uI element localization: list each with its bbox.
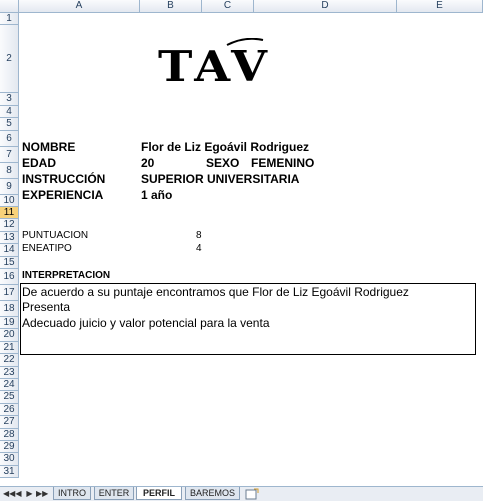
row-header-28[interactable]: 28 — [0, 428, 19, 441]
tab-intro[interactable]: INTRO — [53, 487, 91, 500]
logo-swash-icon — [226, 38, 264, 46]
next-sheet-button[interactable]: ▶ — [25, 488, 34, 500]
tab-perfil[interactable]: PERFIL — [136, 487, 182, 500]
row-header-31[interactable]: 31 — [0, 465, 19, 479]
row-header-16[interactable]: 16 — [0, 269, 19, 285]
row-header-30[interactable]: 30 — [0, 453, 19, 466]
row-header-25[interactable]: 25 — [0, 391, 19, 404]
tab-enter[interactable]: ENTER — [94, 487, 134, 500]
nombre-label: NOMBRE — [22, 140, 76, 154]
interpretation-line-3: Adecuado juicio y valor potencial para l… — [22, 316, 270, 330]
puntuacion-label: PUNTUACION — [22, 230, 89, 241]
row-header-14[interactable]: 14 — [0, 244, 19, 257]
row-header-22[interactable]: 22 — [0, 354, 19, 367]
spreadsheet-grid[interactable]: A B C D E 1 2 3 4 5 6 7 8 9 10 11 12 13 14 15 16 17 18 19 2… — [0, 0, 483, 486]
row-header-1[interactable]: 1 — [0, 13, 19, 26]
row-header-15[interactable]: 15 — [0, 256, 19, 269]
last-sheet-button[interactable]: ▶▶ — [36, 488, 48, 500]
column-header-d[interactable]: D — [254, 0, 397, 12]
interpretation-line-2: Presenta — [22, 300, 71, 314]
instruccion-value: SUPERIOR UNIVERSITARIA — [141, 172, 300, 186]
row-header-12[interactable]: 12 — [0, 219, 19, 232]
row-header-3[interactable]: 3 — [0, 93, 19, 106]
row-header-26[interactable]: 26 — [0, 403, 19, 417]
first-sheet-button[interactable]: ◀◀ — [3, 488, 15, 500]
row-header-9[interactable]: 9 — [0, 178, 19, 195]
edad-value: 20 — [141, 156, 155, 170]
column-header-e[interactable]: E — [397, 0, 483, 12]
row-header-7[interactable]: 7 — [0, 146, 19, 163]
row-header-2[interactable]: 2 — [0, 25, 19, 94]
row-header-27[interactable]: 27 — [0, 416, 19, 429]
row-header-23[interactable]: 23 — [0, 366, 19, 379]
interpretation-line-1: De acuerdo a su puntaje encontramos que … — [22, 285, 409, 299]
tab-baremos[interactable]: BAREMOS — [185, 487, 240, 500]
column-header-b[interactable]: B — [140, 0, 202, 12]
puntuacion-value: 8 — [196, 230, 202, 241]
row-header-8[interactable]: 8 — [0, 162, 19, 179]
row-header-18[interactable]: 18 — [0, 301, 19, 317]
row-header-4[interactable]: 4 — [0, 105, 19, 119]
nombre-value: Flor de Liz Egoávil Rodriguez — [141, 140, 310, 154]
row-header-13[interactable]: 13 — [0, 231, 19, 245]
column-header-bar: A B C D E — [0, 0, 483, 13]
column-header-c[interactable]: C — [202, 0, 254, 12]
edad-label: EDAD — [22, 156, 57, 170]
sheet-tab-bar: ◀◀ ◀ ▶ ▶▶ INTRO ENTER PERFIL BAREMOS — [0, 486, 483, 501]
row-header-19[interactable]: 19 — [0, 317, 19, 330]
prev-sheet-button[interactable]: ◀ — [14, 488, 23, 500]
row-header-24[interactable]: 24 — [0, 379, 19, 392]
row-header-6[interactable]: 6 — [0, 130, 19, 147]
eneatipo-label: ENEATIPO — [22, 243, 72, 254]
row-header-17[interactable]: 17 — [0, 285, 19, 301]
experiencia-label: EXPERIENCIA — [22, 188, 104, 202]
sexo-value: FEMENINO — [251, 156, 315, 170]
experiencia-value: 1 año — [141, 188, 173, 202]
row-header-5[interactable]: 5 — [0, 118, 19, 131]
tav-logo: TAV — [158, 42, 272, 91]
insert-sheet-icon[interactable] — [245, 488, 259, 500]
instruccion-label: INSTRUCCIÓN — [22, 172, 106, 186]
sexo-label: SEXO — [206, 156, 240, 170]
row-header-29[interactable]: 29 — [0, 441, 19, 454]
row-header-10[interactable]: 10 — [0, 194, 19, 207]
select-all-corner[interactable] — [0, 0, 19, 12]
eneatipo-value: 4 — [196, 243, 202, 254]
row-header-21[interactable]: 21 — [0, 341, 19, 355]
column-header-a[interactable]: A — [19, 0, 140, 12]
interpretacion-heading: INTERPRETACION — [22, 270, 111, 281]
row-header-20[interactable]: 20 — [0, 329, 19, 342]
row-header-11[interactable]: 11 — [0, 207, 19, 220]
